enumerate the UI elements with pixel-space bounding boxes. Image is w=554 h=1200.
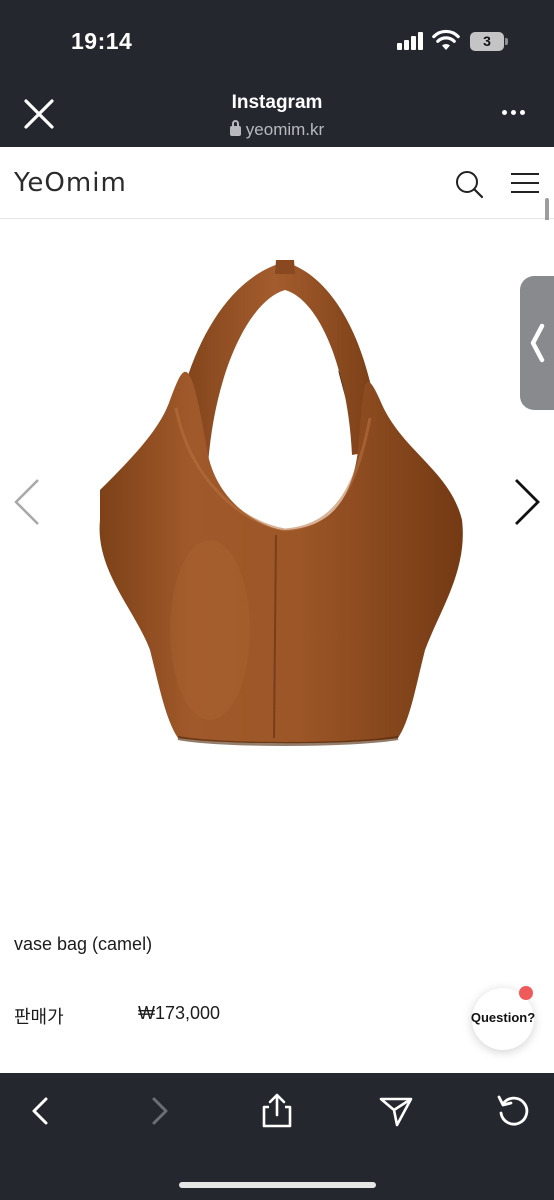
search-icon[interactable] (454, 169, 484, 199)
forward-icon[interactable] (140, 1091, 180, 1131)
bag-photo (99, 260, 463, 746)
back-icon[interactable] (20, 1091, 60, 1131)
product-name: vase bag (camel) (14, 934, 153, 954)
home-indicator[interactable] (179, 1182, 376, 1188)
notification-dot (519, 986, 533, 1000)
price-value: ₩173,000 (138, 1003, 221, 1023)
site-header: YeOmim (0, 147, 554, 219)
status-time: 19:14 (71, 28, 133, 54)
menu-icon[interactable] (510, 171, 540, 195)
chevron-right-icon[interactable] (510, 478, 542, 526)
product-gallery (0, 220, 554, 840)
url-text: yeomim.kr (245, 120, 325, 139)
battery-icon: 3 (470, 32, 508, 51)
price-label: 판매가 (14, 1007, 64, 1028)
wifi-icon (432, 29, 460, 50)
side-tab-chevron-icon (530, 323, 545, 363)
more-icon[interactable] (500, 110, 530, 118)
browser-title: Instagram (231, 92, 323, 113)
share-icon[interactable] (257, 1091, 297, 1131)
lock-icon (229, 120, 241, 136)
chevron-left-icon[interactable] (12, 478, 44, 526)
signal-icon (397, 32, 425, 50)
send-icon[interactable] (376, 1091, 416, 1131)
bottom-toolbar (0, 1073, 554, 1200)
site-logo[interactable]: YeOmim (14, 168, 127, 198)
battery-level: 3 (483, 33, 491, 49)
side-tab-button[interactable] (520, 276, 554, 410)
reload-icon[interactable] (494, 1091, 534, 1131)
question-label: Question? (470, 1010, 536, 1025)
browser-url: yeomim.kr (0, 120, 554, 140)
